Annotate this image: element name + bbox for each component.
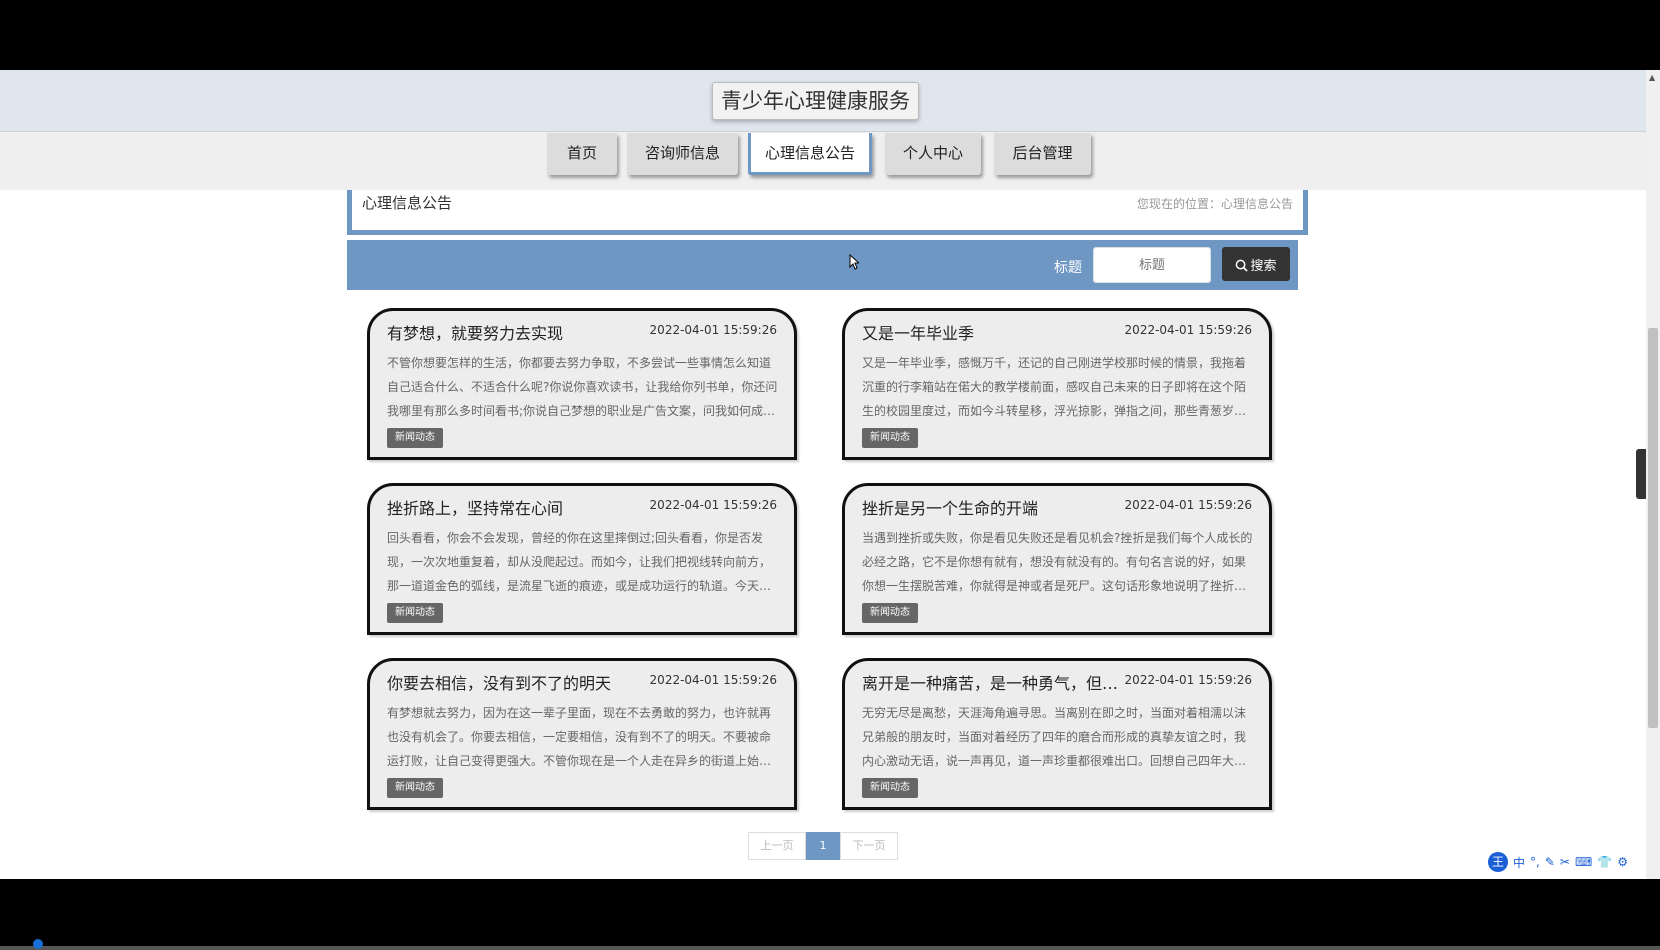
pagination-page-1[interactable]: 1 xyxy=(806,832,840,860)
nav-personal-center[interactable]: 个人中心 xyxy=(885,133,981,175)
article-tag[interactable]: 新闻动态 xyxy=(387,428,443,448)
article-summary: 当遇到挫折或失败，你是看见失败还是看见机会?挫折是我们每个人成长的必经之路，它不… xyxy=(862,531,1253,593)
article-card[interactable]: 挫折是另一个生命的开端 2022-04-01 15:59:26 当遇到挫折或失败… xyxy=(842,483,1272,635)
article-card[interactable]: 你要去相信，没有到不了的明天 2022-04-01 15:59:26 有梦想就去… xyxy=(367,658,797,810)
pagination-prev[interactable]: 上一页 xyxy=(748,832,806,860)
taskbar-line xyxy=(0,946,1660,950)
search-icon xyxy=(1236,259,1249,272)
search-button[interactable]: 搜索 xyxy=(1222,247,1290,281)
article-summary: 不管你想要怎样的生活，你都要去努力争取，不多尝试一些事情怎么知道自己适合什么、不… xyxy=(387,356,778,418)
ime-settings-icon[interactable]: ⚙ xyxy=(1617,855,1628,869)
article-date: 2022-04-01 15:59:26 xyxy=(649,498,777,512)
ime-scissors-icon[interactable]: ✂ xyxy=(1560,855,1570,869)
nav-admin[interactable]: 后台管理 xyxy=(994,133,1091,175)
article-summary: 又是一年毕业季，感慨万千，还记的自己刚进学校那时候的情景，我拖着沉重的行李箱站在… xyxy=(862,356,1247,418)
pagination-next[interactable]: 下一页 xyxy=(840,832,898,860)
page-title: 心理信息公告 xyxy=(362,194,453,212)
ime-handwrite-icon[interactable]: ✎ xyxy=(1545,855,1555,869)
progress-dot-icon xyxy=(33,939,43,949)
scroll-up-icon[interactable]: ▲ xyxy=(1649,73,1655,82)
search-input[interactable] xyxy=(1093,247,1211,283)
article-tag[interactable]: 新闻动态 xyxy=(862,428,918,448)
article-date: 2022-04-01 15:59:26 xyxy=(1124,673,1252,687)
article-title[interactable]: 你要去相信，没有到不了的明天 xyxy=(387,670,657,694)
nav-counselors[interactable]: 咨询师信息 xyxy=(627,133,738,175)
ime-keyboard-icon[interactable]: ⌨ xyxy=(1575,855,1592,869)
ime-skin-icon[interactable]: 👕 xyxy=(1597,855,1612,869)
search-button-label: 搜索 xyxy=(1250,258,1277,274)
ime-logo-icon[interactable]: 王 xyxy=(1488,852,1508,872)
search-bar: 标题 搜索 xyxy=(347,240,1298,290)
article-date: 2022-04-01 15:59:26 xyxy=(649,323,777,337)
article-card[interactable]: 挫折路上，坚持常在心间 2022-04-01 15:59:26 回头看看，你会不… xyxy=(367,483,797,635)
article-tag[interactable]: 新闻动态 xyxy=(862,778,918,798)
breadcrumb-position: 您现在的位置：心理信息公告 xyxy=(1136,197,1293,211)
article-summary: 有梦想就去努力，因为在这一辈子里面，现在不去勇敢的努力，也许就再也没有机会了。你… xyxy=(387,706,772,768)
search-label: 标题 xyxy=(1054,260,1082,276)
breadcrumb: 心理信息公告 您现在的位置：心理信息公告 xyxy=(347,190,1308,235)
article-date: 2022-04-01 15:59:26 xyxy=(1124,323,1252,337)
article-title[interactable]: 挫折路上，坚持常在心间 xyxy=(387,495,657,519)
article-tag[interactable]: 新闻动态 xyxy=(862,603,918,623)
article-card[interactable]: 有梦想，就要努力去实现 2022-04-01 15:59:26 不管你想要怎样的… xyxy=(367,308,797,460)
article-card[interactable]: 又是一年毕业季 2022-04-01 15:59:26 又是一年毕业季，感慨万千… xyxy=(842,308,1272,460)
ime-mode-toggle[interactable]: 中 xyxy=(1513,854,1525,871)
site-header: 青少年心理健康服务 xyxy=(0,70,1646,132)
ime-toolbar: 王 中 °, ✎ ✂ ⌨ 👕 ⚙ xyxy=(1488,852,1628,872)
main-nav: 首页 咨询师信息 心理信息公告 个人中心 后台管理 xyxy=(0,132,1646,190)
nav-announcements[interactable]: 心理信息公告 xyxy=(748,133,872,175)
article-title[interactable]: 有梦想，就要努力去实现 xyxy=(387,320,657,344)
article-title[interactable]: 挫折是另一个生命的开端 xyxy=(862,495,1132,519)
mouse-cursor-icon xyxy=(849,254,859,270)
article-tag[interactable]: 新闻动态 xyxy=(387,603,443,623)
article-summary: 回头看看，你会不会发现，曾经的你在这里摔倒过;回头看看，你是否发现，一次次地重复… xyxy=(387,531,772,593)
article-summary: 无穷无尽是离愁，天涯海角遍寻思。当离别在即之时，当面对着相濡以沫兄弟般的朋友时，… xyxy=(862,706,1247,768)
article-title[interactable]: 又是一年毕业季 xyxy=(862,320,1132,344)
ime-punctuation-icon[interactable]: °, xyxy=(1530,855,1540,869)
page-scrollbar[interactable]: ▲ xyxy=(1646,70,1660,879)
article-date: 2022-04-01 15:59:26 xyxy=(1124,498,1252,512)
site-title: 青少年心理健康服务 xyxy=(712,82,919,120)
article-card[interactable]: 离开是一种痛苦，是一种勇气，但同样… 2022-04-01 15:59:26 无… xyxy=(842,658,1272,810)
article-title[interactable]: 离开是一种痛苦，是一种勇气，但同样… xyxy=(862,670,1132,694)
nav-home[interactable]: 首页 xyxy=(547,133,617,175)
article-date: 2022-04-01 15:59:26 xyxy=(649,673,777,687)
article-tag[interactable]: 新闻动态 xyxy=(387,778,443,798)
browser-viewport: 青少年心理健康服务 首页 咨询师信息 心理信息公告 个人中心 后台管理 心理信息… xyxy=(0,70,1660,879)
scroll-thumb[interactable] xyxy=(1648,328,1658,728)
